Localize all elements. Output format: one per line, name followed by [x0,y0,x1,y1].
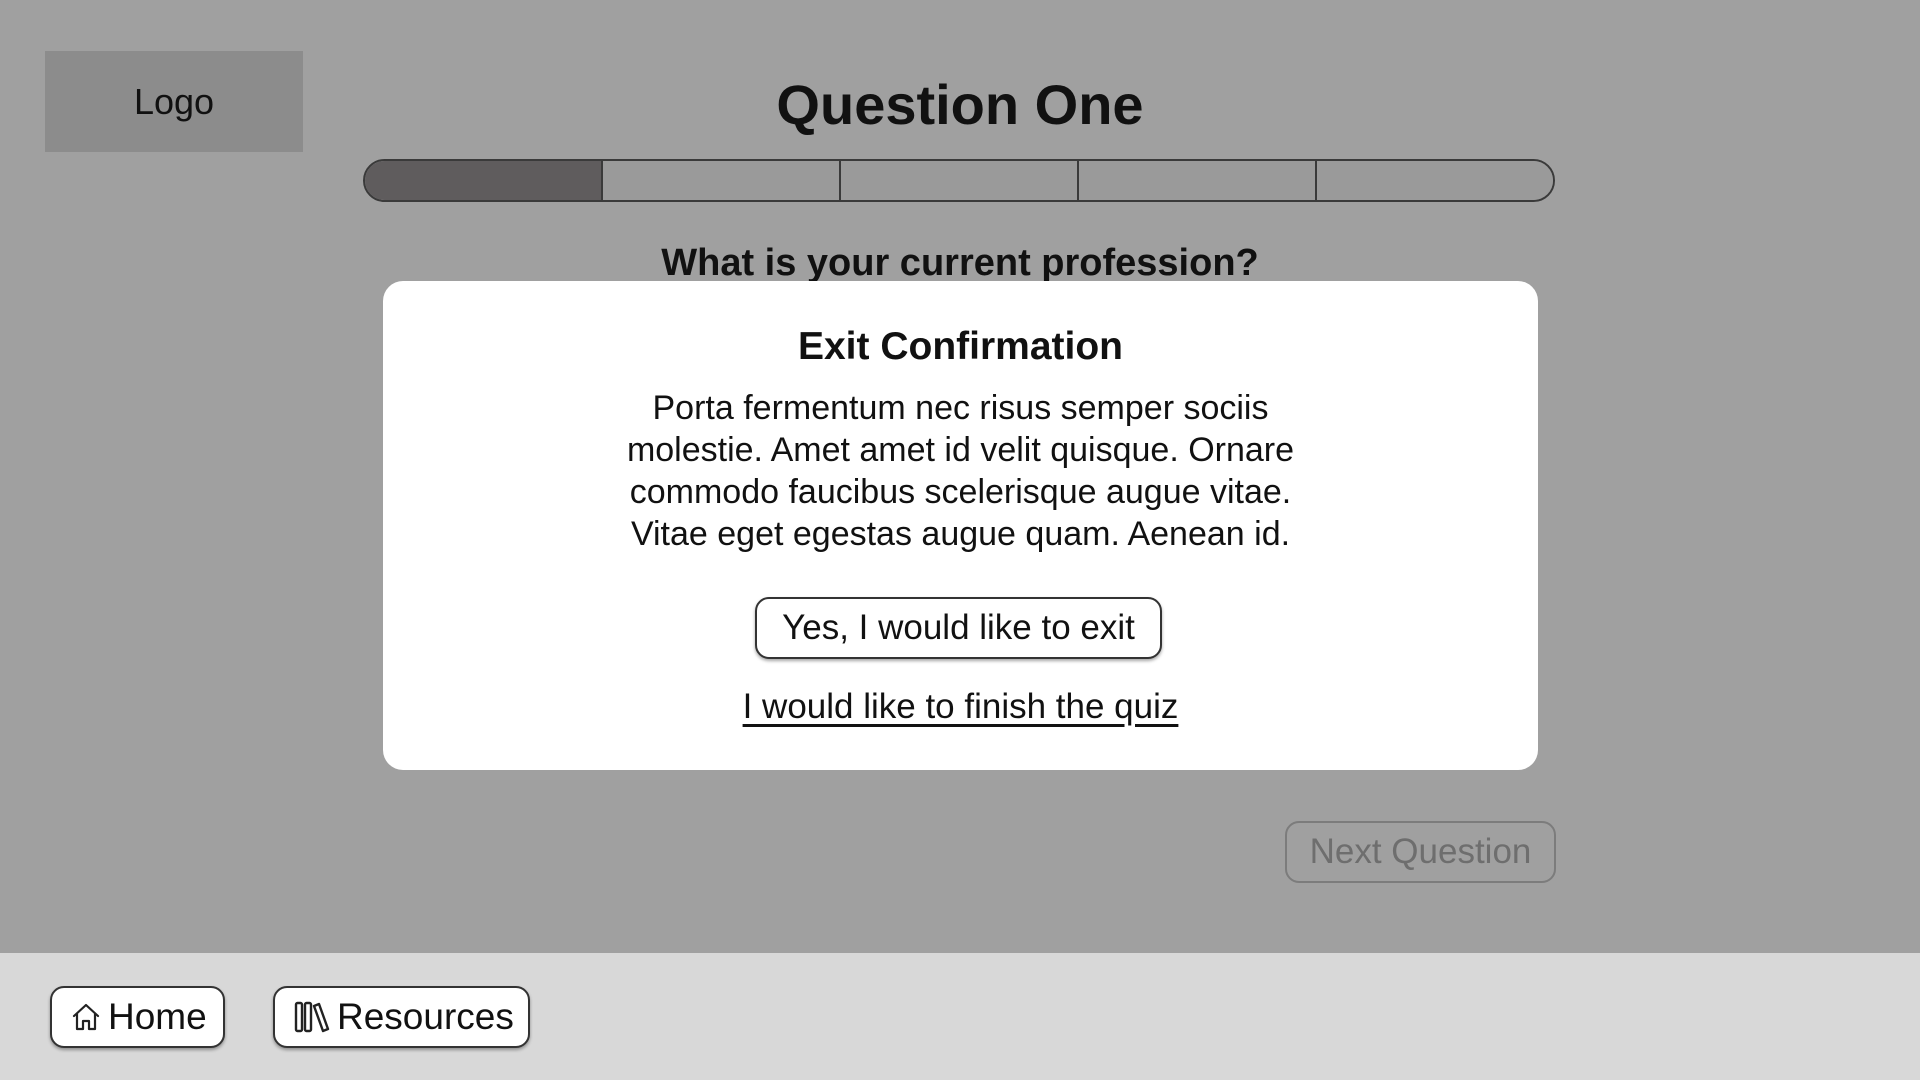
question-text: What is your current profession? [661,242,1259,281]
modal-title: Exit Confirmation [797,325,1123,368]
exit-confirmation-modal: Exit Confirmation Porta fermentum nec ri… [383,281,1538,770]
resources-button[interactable]: Resources [273,986,530,1048]
home-button[interactable]: Home [50,986,225,1048]
progress-step [841,161,1079,200]
modal-body-line: Vitae eget egestas augue quam. Aenean id… [630,515,1291,553]
finish-quiz-link-row: I would like to finish the quiz [383,685,1538,729]
progress-step [1079,161,1317,200]
next-question-button[interactable]: Next Question [1285,821,1556,883]
finish-quiz-link[interactable]: I would like to finish the quiz [743,687,1179,726]
modal-body-line: molestie. Amet amet id velit quisque. Or… [626,431,1295,469]
modal-body-line: Porta fermentum nec risus semper sociis [652,389,1269,427]
home-label: Home [108,996,207,1037]
modal-body-line: commodo faucibus scelerisque augue vitae… [629,473,1292,511]
confirm-exit-button[interactable]: Yes, I would like to exit [755,597,1162,659]
resources-label: Resources [337,996,514,1037]
quiz-page: Logo Question One What is your current p… [0,0,1920,1080]
books-icon [293,1000,331,1034]
home-icon [70,1001,102,1033]
progress-step [603,161,841,200]
progress-bar [363,159,1555,202]
progress-step [1317,161,1553,200]
progress-step [365,161,603,200]
modal-body: Porta fermentum nec risus semper sociis … [583,387,1338,555]
page-title: Question One [776,73,1144,136]
